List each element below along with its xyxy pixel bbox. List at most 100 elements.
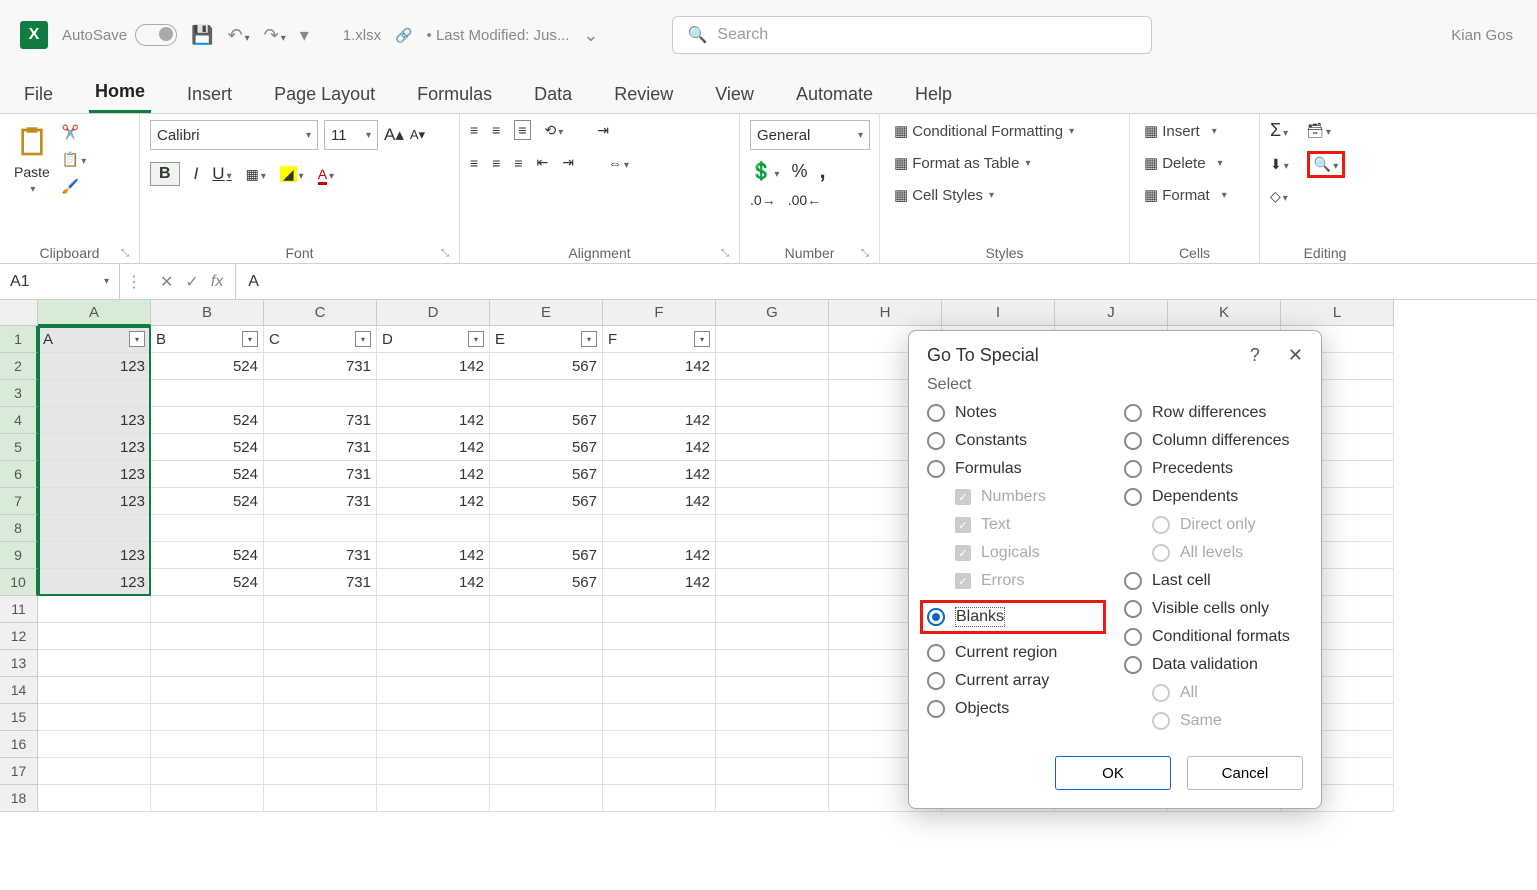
cell[interactable]: 142 <box>377 461 490 488</box>
filter-dropdown-icon[interactable]: ▾ <box>355 331 371 347</box>
conditional-formatting-button[interactable]: ▦Conditional Formatting▾ <box>890 120 1078 142</box>
save-icon[interactable]: 💾 <box>191 25 213 46</box>
align-left-icon[interactable]: ≡ <box>470 155 478 171</box>
cell[interactable] <box>716 461 829 488</box>
row-header[interactable]: 8 <box>0 515 38 542</box>
radio-visible-cells-only[interactable]: Visible cells only <box>1124 600 1303 618</box>
radio-notes[interactable]: Notes <box>927 404 1106 422</box>
help-icon[interactable]: ? <box>1250 345 1260 366</box>
cell[interactable]: 123 <box>38 407 151 434</box>
dialog-launcher-icon[interactable]: ⤡ <box>121 248 129 259</box>
row-header[interactable]: 14 <box>0 677 38 704</box>
toggle-switch[interactable] <box>135 24 177 46</box>
border-button[interactable]: ▦▾ <box>246 166 266 183</box>
cell[interactable] <box>264 677 377 704</box>
tab-page-layout[interactable]: Page Layout <box>268 76 381 113</box>
bold-button[interactable]: B <box>150 162 180 186</box>
cell[interactable]: 524 <box>151 353 264 380</box>
cut-icon[interactable]: ✂️ <box>62 124 86 141</box>
cell[interactable] <box>264 785 377 812</box>
radio-objects[interactable]: Objects <box>927 700 1106 718</box>
cell[interactable]: 142 <box>377 353 490 380</box>
tab-file[interactable]: File <box>18 76 59 113</box>
cell[interactable] <box>716 677 829 704</box>
wrap-text-icon[interactable]: ⇥ <box>597 122 609 139</box>
cell[interactable]: 142 <box>377 542 490 569</box>
cell[interactable] <box>603 758 716 785</box>
cell[interactable] <box>490 515 603 542</box>
column-header[interactable]: E <box>490 300 603 326</box>
cell[interactable] <box>603 677 716 704</box>
cell[interactable] <box>151 623 264 650</box>
row-header[interactable]: 12 <box>0 623 38 650</box>
cancel-edit-icon[interactable]: ✕ <box>160 272 173 292</box>
cell[interactable]: 731 <box>264 488 377 515</box>
search-input[interactable]: 🔍 Search <box>672 16 1152 54</box>
radio-dependents[interactable]: Dependents <box>1124 488 1303 506</box>
cell[interactable] <box>38 623 151 650</box>
cell[interactable] <box>377 677 490 704</box>
orientation-icon[interactable]: ⟲▾ <box>545 122 564 139</box>
cell[interactable] <box>38 785 151 812</box>
align-top-icon[interactable]: ≡ <box>470 122 478 138</box>
row-header[interactable]: 15 <box>0 704 38 731</box>
cell[interactable] <box>490 731 603 758</box>
filter-dropdown-icon[interactable]: ▾ <box>581 331 597 347</box>
cell[interactable] <box>151 380 264 407</box>
autosave-toggle[interactable]: AutoSave <box>62 24 177 46</box>
cell[interactable] <box>151 515 264 542</box>
cell[interactable] <box>716 569 829 596</box>
cell[interactable]: 731 <box>264 542 377 569</box>
cell[interactable] <box>377 515 490 542</box>
cell[interactable]: 524 <box>151 461 264 488</box>
cell[interactable]: 567 <box>490 461 603 488</box>
autosum-icon[interactable]: Σ▾ <box>1270 120 1288 141</box>
cell[interactable]: 142 <box>377 407 490 434</box>
column-header[interactable]: I <box>942 300 1055 326</box>
ok-button[interactable]: OK <box>1055 756 1171 790</box>
cell[interactable] <box>377 380 490 407</box>
cell[interactable] <box>490 650 603 677</box>
cell[interactable]: 142 <box>603 461 716 488</box>
cell[interactable]: 142 <box>377 569 490 596</box>
cell[interactable]: 731 <box>264 434 377 461</box>
cell[interactable] <box>716 731 829 758</box>
cell[interactable] <box>490 677 603 704</box>
decrease-decimal-icon[interactable]: .00← <box>788 192 821 208</box>
format-as-table-button[interactable]: ▦Format as Table▾ <box>890 152 1035 174</box>
cell[interactable] <box>603 380 716 407</box>
dialog-launcher-icon[interactable]: ⤡ <box>441 248 449 259</box>
cell[interactable] <box>377 731 490 758</box>
dialog-launcher-icon[interactable]: ⤡ <box>861 248 869 259</box>
cell[interactable]: 731 <box>264 407 377 434</box>
tab-review[interactable]: Review <box>608 76 679 113</box>
cell[interactable]: 142 <box>377 434 490 461</box>
column-header[interactable]: J <box>1055 300 1168 326</box>
column-header[interactable]: D <box>377 300 490 326</box>
cell[interactable]: 123 <box>38 542 151 569</box>
cell[interactable] <box>264 623 377 650</box>
comma-icon[interactable]: , <box>819 158 825 184</box>
font-name-combo[interactable]: Calibri▾ <box>150 120 318 150</box>
confirm-edit-icon[interactable]: ✓ <box>185 272 198 292</box>
cell[interactable]: 123 <box>38 353 151 380</box>
align-center-icon[interactable]: ≡ <box>492 155 500 171</box>
copy-icon[interactable]: 📋▾ <box>62 151 86 168</box>
find-select-button[interactable]: 🔍▾ <box>1307 151 1345 178</box>
cell[interactable] <box>151 758 264 785</box>
fill-color-button[interactable]: ◢▾ <box>280 166 304 183</box>
cell[interactable]: 142 <box>603 407 716 434</box>
row-header[interactable]: 1 <box>0 326 38 353</box>
column-header[interactable]: A <box>38 300 151 326</box>
cell[interactable] <box>603 785 716 812</box>
cell[interactable]: 524 <box>151 434 264 461</box>
qat-customize-icon[interactable]: ▾ <box>300 25 309 46</box>
radio-last-cell[interactable]: Last cell <box>1124 572 1303 590</box>
increase-indent-icon[interactable]: ⇥ <box>562 154 574 171</box>
cell[interactable] <box>716 650 829 677</box>
align-right-icon[interactable]: ≡ <box>514 155 522 171</box>
column-header[interactable]: C <box>264 300 377 326</box>
row-header[interactable]: 13 <box>0 650 38 677</box>
row-header[interactable]: 11 <box>0 596 38 623</box>
tab-view[interactable]: View <box>709 76 760 113</box>
